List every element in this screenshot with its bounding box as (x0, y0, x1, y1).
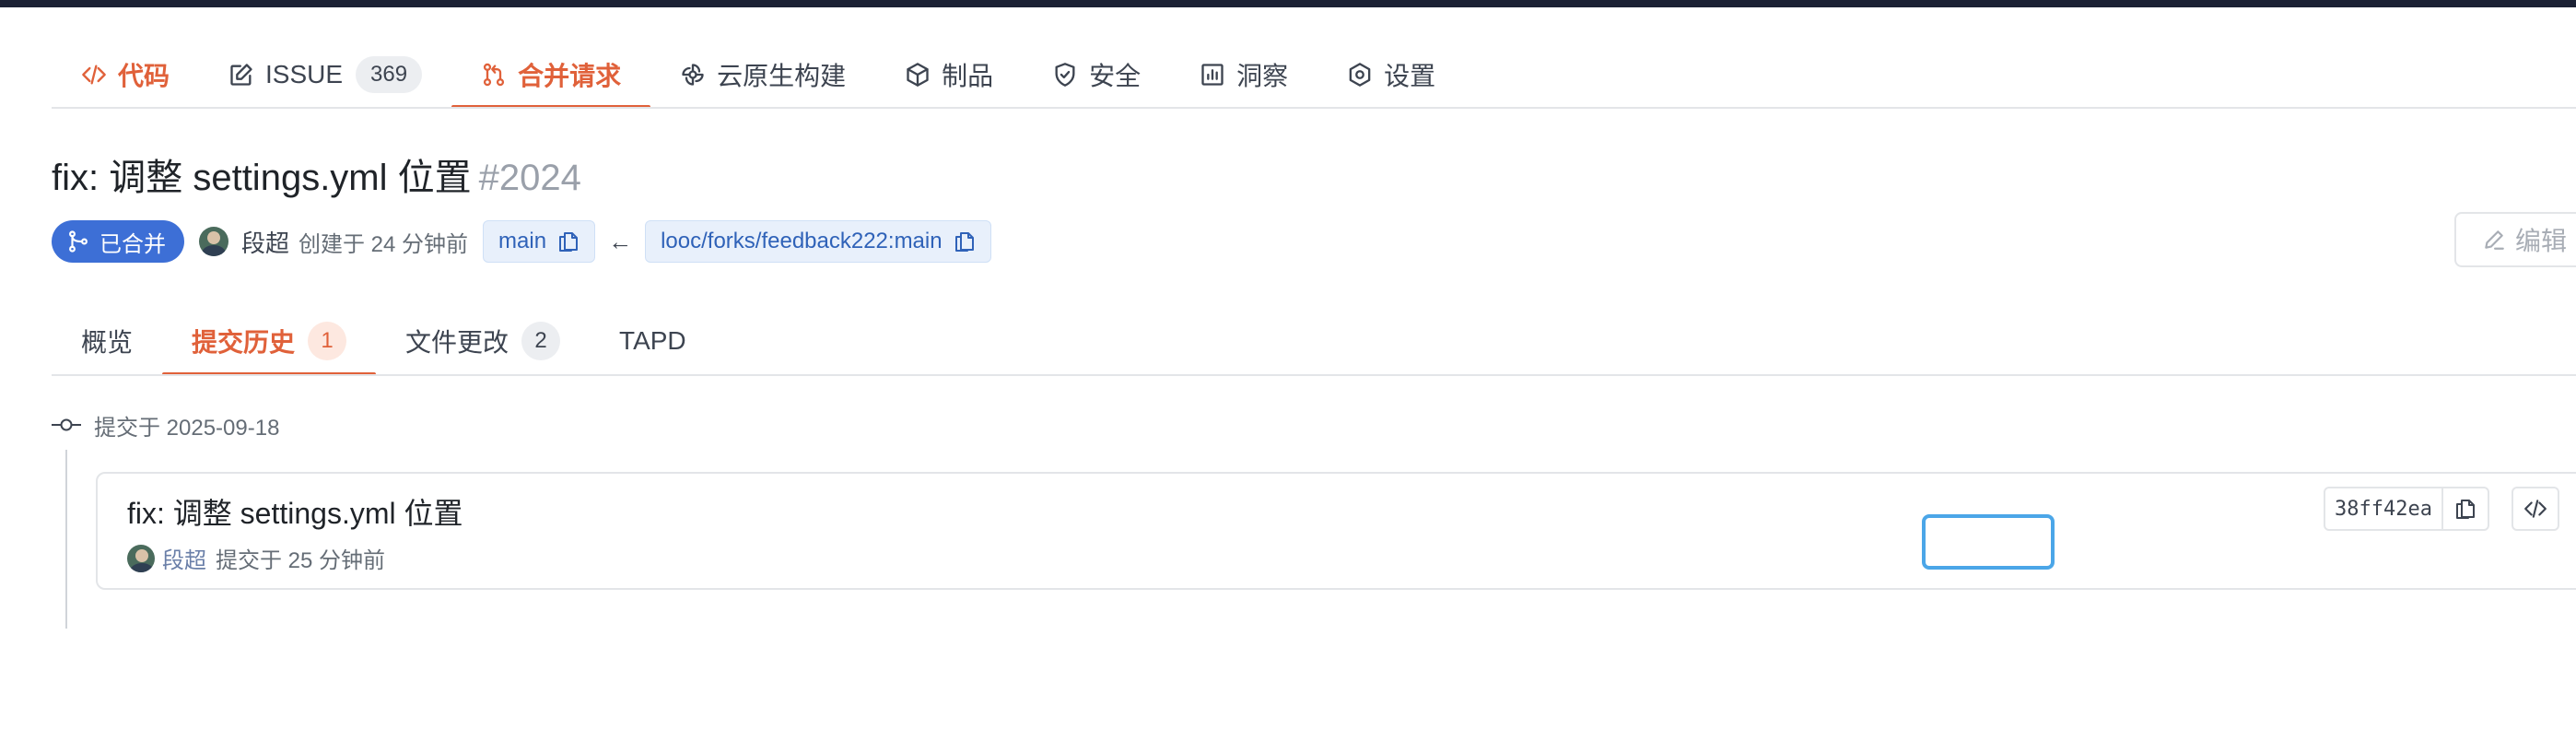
tab-insights-label: 洞察 (1236, 62, 1289, 90)
avatar[interactable] (199, 227, 228, 256)
branch-arrow: ← (608, 227, 633, 255)
tab-files-label: 文件更改 (405, 328, 509, 357)
tab-settings-label: 设置 (1384, 62, 1436, 90)
pr-tabs: 概览 提交历史 1 文件更改 2 TAPD (52, 308, 716, 376)
copy-icon (2454, 497, 2476, 521)
commits-count-badge: 1 (308, 322, 347, 360)
repo-nav-divider (52, 107, 2576, 109)
gear-icon (1347, 62, 1373, 88)
pr-title-text: fix: 调整 settings.yml 位置 (52, 158, 472, 198)
commit-date-header: 提交于 2025-09-18 (52, 409, 279, 441)
pr-tabs-divider (52, 374, 2576, 376)
tab-artifacts[interactable]: 制品 (875, 42, 1023, 107)
tab-pull-requests[interactable]: 合并请求 (451, 42, 651, 109)
avatar[interactable] (127, 544, 155, 572)
pr-meta: 已合并 段超 创建于 24 分钟前 main ← looc/forks/feed… (52, 219, 991, 264)
top-bar (0, 0, 2576, 7)
shield-icon (1052, 62, 1078, 88)
tab-overview-label: 概览 (81, 328, 134, 357)
tab-files[interactable]: 文件更改 2 (376, 308, 590, 374)
commit-node-icon (52, 414, 81, 436)
issue-count-badge: 369 (356, 56, 423, 93)
tab-settings[interactable]: 设置 (1317, 42, 1465, 107)
merge-icon (66, 229, 90, 253)
issue-icon (228, 62, 254, 88)
browse-code-button[interactable] (2512, 487, 2559, 531)
source-branch[interactable]: looc/forks/feedback222:main (645, 220, 991, 263)
created-time: 创建于 24 分钟前 (299, 231, 469, 257)
tab-security-label: 安全 (1089, 62, 1142, 90)
files-count-badge: 2 (521, 322, 561, 360)
copy-sha-button[interactable] (2441, 488, 2488, 529)
commit-time: 提交于 25 分钟前 (216, 548, 386, 573)
tab-artifacts-label: 制品 (942, 62, 994, 90)
target-branch-label: main (498, 229, 547, 253)
tab-security[interactable]: 安全 (1023, 42, 1170, 107)
pencil-icon (2482, 228, 2506, 252)
commit-sha-group: 38ff42ea (2324, 487, 2489, 531)
page-title: fix: 调整 settings.yml 位置 #2024 (52, 147, 581, 201)
pr-number: #2024 (478, 158, 581, 198)
tab-code-label: 代码 (118, 62, 170, 90)
author-name[interactable]: 段超 (241, 225, 289, 259)
repo-nav: 代码 ISSUE 369 合并请求 云原生构建 制品 安全 洞察 设置 (52, 42, 1465, 109)
package-icon (905, 62, 931, 88)
tab-issue-label: ISSUE (265, 60, 344, 88)
commit-author[interactable]: 段超 (162, 542, 206, 574)
status-badge: 已合并 (52, 220, 184, 263)
copy-icon[interactable] (557, 229, 580, 253)
copy-icon[interactable] (954, 229, 976, 253)
tab-commits[interactable]: 提交历史 1 (162, 308, 377, 376)
tab-code[interactable]: 代码 (52, 42, 199, 107)
edit-button[interactable]: 编辑 (2454, 212, 2576, 267)
commit-date-label: 提交于 2025-09-18 (94, 415, 280, 441)
tab-overview[interactable]: 概览 (52, 308, 162, 374)
tab-pull-requests-label: 合并请求 (518, 62, 622, 90)
commit-sha[interactable]: 38ff42ea (2325, 488, 2441, 529)
tab-tapd-label: TAPD (619, 326, 686, 355)
timeline-line (65, 450, 67, 629)
commit-meta: 段超 提交于 25 分钟前 (127, 542, 385, 574)
chart-icon (1200, 62, 1225, 88)
edit-button-label: 编辑 (2515, 227, 2568, 255)
status-badge-label: 已合并 (100, 231, 166, 257)
tab-commits-label: 提交历史 (192, 328, 296, 357)
focus-highlight[interactable] (1922, 514, 2055, 570)
tab-cloud-build[interactable]: 云原生构建 (650, 42, 875, 107)
tab-cloud-build-label: 云原生构建 (717, 62, 847, 90)
build-icon (680, 62, 706, 88)
target-branch[interactable]: main (483, 220, 596, 263)
source-branch-label: looc/forks/feedback222:main (661, 229, 943, 253)
pull-request-icon (481, 62, 507, 88)
tab-issue[interactable]: ISSUE 369 (199, 42, 451, 107)
tab-tapd[interactable]: TAPD (590, 308, 716, 374)
code-icon (2523, 497, 2547, 521)
commit-message[interactable]: fix: 调整 settings.yml 位置 (127, 490, 463, 533)
commit-card[interactable]: fix: 调整 settings.yml 位置 段超 提交于 25 分钟前 38… (96, 472, 2576, 590)
tab-insights[interactable]: 洞察 (1170, 42, 1317, 107)
code-icon (81, 62, 107, 88)
